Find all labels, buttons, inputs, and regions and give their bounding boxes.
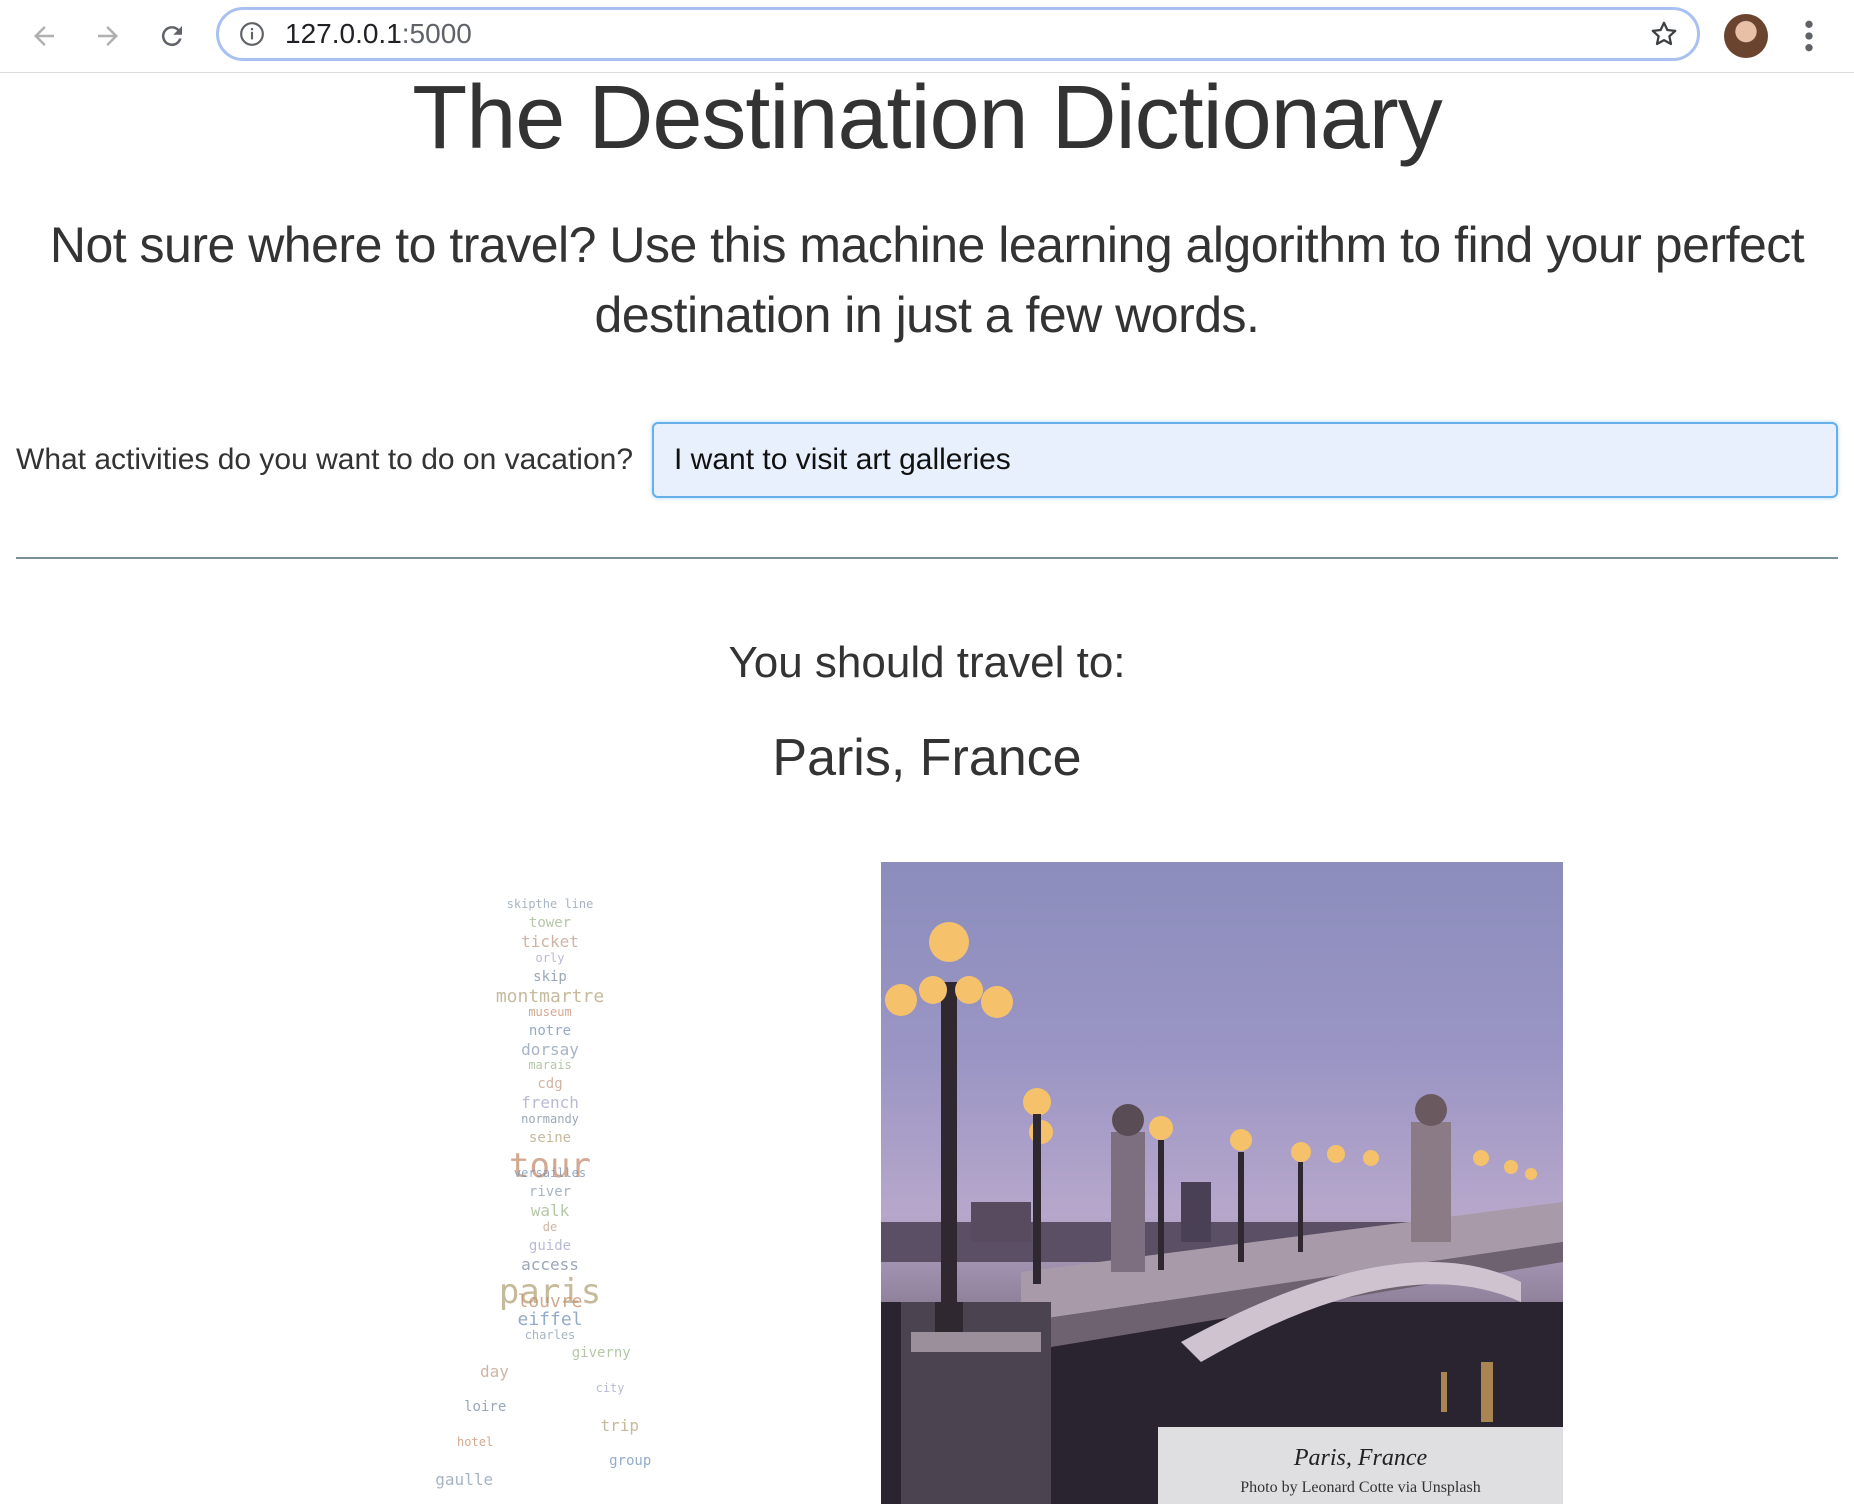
wordcloud-word: access — [521, 1254, 579, 1274]
wordcloud-word: skipthe line — [506, 897, 594, 911]
page-title: The Destination Dictionary — [412, 68, 1442, 168]
wordcloud-word: montmartre — [495, 985, 605, 1007]
wordcloud-word: cdg — [537, 1076, 563, 1093]
browser-toolbar: 127.0.0.1:5000 — [0, 0, 1854, 73]
back-arrow-icon — [34, 26, 54, 46]
result-heading: You should travel to: — [728, 638, 1126, 687]
wordcloud-word: notre — [528, 1022, 572, 1039]
forward-button[interactable] — [84, 12, 132, 60]
wordcloud-word: city — [595, 1381, 625, 1396]
wordcloud-word: de — [542, 1219, 558, 1234]
wordcloud-word: museum — [528, 1004, 572, 1019]
address-bar[interactable]: 127.0.0.1:5000 — [216, 7, 1700, 61]
wordcloud-word: normandy — [521, 1112, 579, 1127]
info-icon[interactable] — [239, 21, 265, 47]
wordcloud-word: loire — [464, 1399, 507, 1416]
paris-bridge-illustration — [881, 922, 1563, 1504]
url-text: 127.0.0.1:5000 — [285, 19, 472, 49]
profile-avatar[interactable] — [1724, 14, 1768, 58]
wordcloud-word: seine — [528, 1130, 572, 1147]
wordcloud-word: versailles — [513, 1166, 587, 1181]
activities-input[interactable] — [652, 422, 1838, 498]
wordcloud-word: river — [528, 1184, 572, 1200]
back-button[interactable] — [20, 12, 68, 60]
wordcloud-word: french — [521, 1093, 579, 1113]
bookmark-star-icon[interactable] — [1649, 19, 1679, 49]
page-subtitle: Not sure where to travel? Use this machi… — [49, 217, 1805, 343]
photo-caption-credit: Photo by Leonard Cotte via Unsplash — [1240, 1479, 1481, 1496]
wordcloud-word: dorsay — [521, 1039, 579, 1059]
wordcloud-word: marais — [528, 1058, 572, 1073]
result-destination: Paris, France — [772, 729, 1082, 787]
activities-question-label: What activities do you want to do on vac… — [16, 443, 634, 476]
photo-caption: Paris, France Photo by Leonard Cotte via… — [1158, 1427, 1563, 1504]
wordcloud-word: charles — [524, 1327, 576, 1342]
wordcloud-word: eiffel — [517, 1308, 583, 1330]
forward-arrow-icon — [98, 26, 118, 46]
url-port: :5000 — [401, 18, 472, 49]
wordcloud-word: giverny — [571, 1345, 631, 1362]
wordcloud-word: skip — [533, 968, 567, 985]
destination-wordcloud: skipthe line tower ticket orly skip montmartr… — [390, 890, 710, 1504]
destination-photo: Paris, France Photo by Leonard Cotte via… — [881, 862, 1563, 1504]
photo-caption-title: Paris, France — [1293, 1445, 1428, 1471]
wordcloud-word: trip — [600, 1416, 639, 1436]
wordcloud-word: group — [609, 1453, 652, 1470]
wordcloud-word: guide — [528, 1237, 572, 1254]
section-divider — [16, 557, 1838, 559]
wordcloud-word: ticket — [521, 931, 579, 951]
wordcloud-word: walk — [530, 1200, 570, 1220]
wordcloud-word: gaulle — [435, 1470, 494, 1489]
wordcloud-word: day — [479, 1362, 509, 1382]
url-host: 127.0.0.1 — [285, 18, 402, 49]
wordcloud-word: orly — [535, 950, 565, 965]
wordcloud-word: tower — [528, 914, 572, 931]
more-menu-icon[interactable] — [1794, 16, 1824, 56]
reload-button[interactable] — [148, 12, 196, 60]
wordcloud-word: hotel — [457, 1435, 494, 1450]
reload-icon — [161, 26, 182, 47]
